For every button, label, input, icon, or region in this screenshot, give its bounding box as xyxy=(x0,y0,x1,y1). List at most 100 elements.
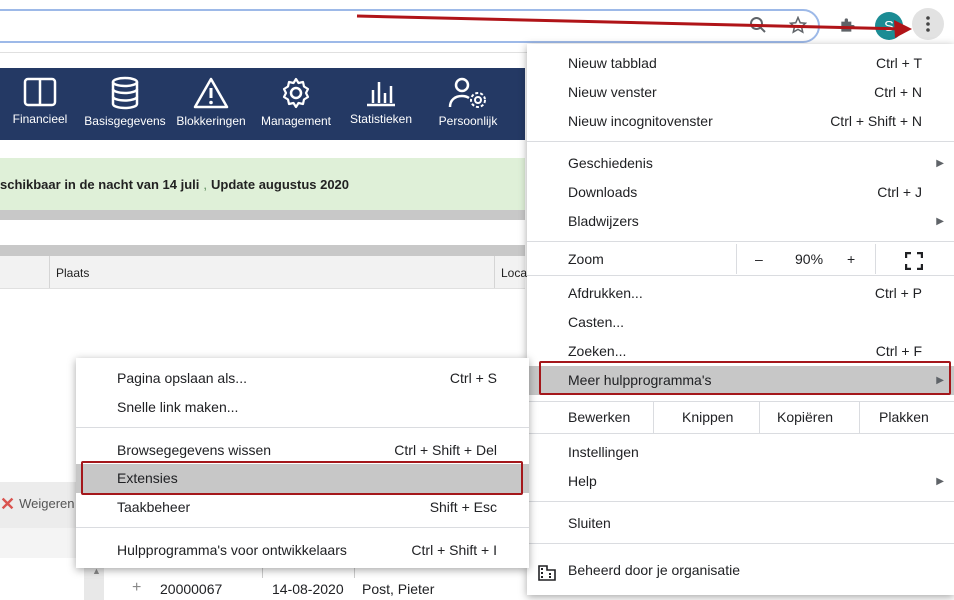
nav-label: Financieel xyxy=(12,112,68,126)
book-icon xyxy=(23,77,57,107)
profile-avatar[interactable]: S xyxy=(875,12,903,40)
menu-shortcut: Ctrl + J xyxy=(877,184,922,200)
menu-item-settings[interactable]: Instellingen xyxy=(527,438,954,467)
nav-label: Management xyxy=(260,114,332,128)
star-icon[interactable] xyxy=(785,12,811,38)
menu-shortcut: Ctrl + P xyxy=(874,285,922,301)
menu-shortcut: Ctrl + T xyxy=(875,55,922,71)
nav-persoonlijk[interactable]: Persoonlijk xyxy=(430,68,506,140)
menu-shortcut: Ctrl + S xyxy=(449,370,497,386)
column-header-plaats[interactable]: Plaats xyxy=(49,256,496,288)
menu-item-history[interactable]: Geschiedenis ▶ xyxy=(527,149,954,178)
menu-separator xyxy=(527,501,954,502)
search-icon[interactable] xyxy=(745,12,771,38)
zoom-level: 90% xyxy=(795,251,824,267)
refuse-button[interactable]: ✕ Weigeren xyxy=(0,494,75,514)
menu-item-managed[interactable]: Beheerd door je organisatie xyxy=(527,556,954,585)
menu-item-dev-tools[interactable]: Hulpprogramma's voor ontwikkelaars Ctrl … xyxy=(76,536,529,565)
menu-shortcut: Ctrl + N xyxy=(874,84,922,100)
cut-button[interactable]: Knippen xyxy=(682,402,733,433)
menu-label: Instellingen xyxy=(568,444,639,460)
gear-icon xyxy=(282,77,310,109)
nav-label: Statistieken xyxy=(349,112,413,126)
edit-divider xyxy=(759,402,760,433)
table-row[interactable]: ▲ + 20000067 14-08-2020 Post, Pieter xyxy=(84,566,524,600)
menu-item-bookmarks[interactable]: Bladwijzers ▶ xyxy=(527,207,954,236)
menu-item-downloads[interactable]: Downloads Ctrl + J xyxy=(527,178,954,207)
menu-label: Bewerken xyxy=(568,409,631,425)
chrome-main-menu: Nieuw tabblad Ctrl + T Nieuw venster Ctr… xyxy=(527,44,954,595)
menu-item-save-page[interactable]: Pagina opslaan als... Ctrl + S xyxy=(76,364,529,393)
menu-label: Bladwijzers xyxy=(568,213,639,229)
menu-item-exit[interactable]: Sluiten xyxy=(527,509,954,538)
expand-icon[interactable]: + xyxy=(132,580,141,596)
divider-bar xyxy=(0,210,525,220)
menu-separator xyxy=(527,543,954,544)
avatar-letter: S xyxy=(883,17,894,35)
menu-label: Casten... xyxy=(568,314,625,330)
building-icon xyxy=(538,562,556,591)
menu-item-help[interactable]: Help ▶ xyxy=(527,467,954,496)
close-icon: ✕ xyxy=(0,494,16,514)
submenu-arrow-icon: ▶ xyxy=(936,216,944,227)
database-icon xyxy=(111,76,139,110)
banner-text: schikbaar in de nacht van 14 juli xyxy=(0,176,200,192)
paste-button[interactable]: Plakken xyxy=(879,402,929,433)
nav-financieel[interactable]: Financieel xyxy=(5,68,75,140)
menu-item-incognito[interactable]: Nieuw incognitovenster Ctrl + Shift + N xyxy=(527,107,954,136)
zoom-divider xyxy=(736,244,737,274)
menu-item-print[interactable]: Afdrukken... Ctrl + P xyxy=(527,279,954,308)
edit-divider xyxy=(653,402,654,433)
menu-item-create-shortcut[interactable]: Snelle link maken... xyxy=(76,393,529,422)
menu-label: Geschiedenis xyxy=(568,155,653,171)
extensions-icon[interactable] xyxy=(835,12,861,38)
edit-divider xyxy=(859,402,860,433)
menu-label: Sluiten xyxy=(568,515,611,531)
menu-item-new-tab[interactable]: Nieuw tabblad Ctrl + T xyxy=(527,49,954,78)
menu-label: Zoom xyxy=(568,251,604,267)
nav-label: Persoonlijk xyxy=(438,114,498,128)
menu-item-new-window[interactable]: Nieuw venster Ctrl + N xyxy=(527,78,954,107)
highlight-annotation xyxy=(81,461,523,495)
warning-icon xyxy=(193,77,229,109)
column-header-loca[interactable]: Loca xyxy=(494,256,531,288)
menu-item-edit: Bewerken Knippen Kopiëren Plakken xyxy=(527,402,954,433)
table-area xyxy=(0,528,80,558)
nav-statistieken[interactable]: Statistieken xyxy=(345,68,417,140)
zoom-out-button[interactable]: – xyxy=(755,244,763,274)
address-bar[interactable] xyxy=(0,9,820,43)
menu-shortcut: Ctrl + Shift + N xyxy=(830,113,922,129)
submenu-arrow-icon: ▶ xyxy=(936,158,944,169)
nav-label: Basisgegevens xyxy=(84,114,166,128)
divider-bar xyxy=(0,245,525,256)
copy-button[interactable]: Kopiëren xyxy=(777,402,833,433)
banner-link[interactable]: Update augustus 2020 xyxy=(211,177,349,192)
nav-management[interactable]: Management xyxy=(257,68,335,140)
bar-chart-icon xyxy=(367,82,395,107)
zoom-divider xyxy=(875,244,876,274)
nav-basisgegevens[interactable]: Basisgegevens xyxy=(82,68,168,140)
menu-label: Hulpprogramma's voor ontwikkelaars xyxy=(117,542,347,558)
row-id: 20000067 xyxy=(160,581,223,597)
menu-label: Afdrukken... xyxy=(568,285,643,301)
notice-banner: schikbaar in de nacht van 14 juli , Upda… xyxy=(0,158,525,210)
menu-separator xyxy=(76,527,529,528)
menu-item-zoom: Zoom – 90% + xyxy=(527,244,954,274)
menu-separator xyxy=(527,275,954,276)
menu-label: Snelle link maken... xyxy=(117,399,239,415)
nav-label: Blokkeringen xyxy=(176,114,246,128)
kebab-menu-icon[interactable] xyxy=(912,8,944,40)
menu-shortcut: Shift + Esc xyxy=(429,499,497,515)
zoom-in-button[interactable]: + xyxy=(847,244,855,274)
menu-label: Downloads xyxy=(568,184,638,200)
menu-label: Nieuw tabblad xyxy=(568,55,657,71)
banner-separator: , xyxy=(203,176,208,192)
menu-shortcut: Ctrl + Shift + I xyxy=(411,542,497,558)
refuse-label: Weigeren xyxy=(19,496,75,511)
nav-blokkeringen[interactable]: Blokkeringen xyxy=(174,68,248,140)
menu-item-cast[interactable]: Casten... xyxy=(527,308,954,337)
menu-label: Pagina opslaan als... xyxy=(117,370,247,386)
menu-item-task-manager[interactable]: Taakbeheer Shift + Esc xyxy=(76,493,529,522)
menu-label: Taakbeheer xyxy=(117,499,191,515)
more-tools-submenu: Pagina opslaan als... Ctrl + S Snelle li… xyxy=(76,358,529,568)
